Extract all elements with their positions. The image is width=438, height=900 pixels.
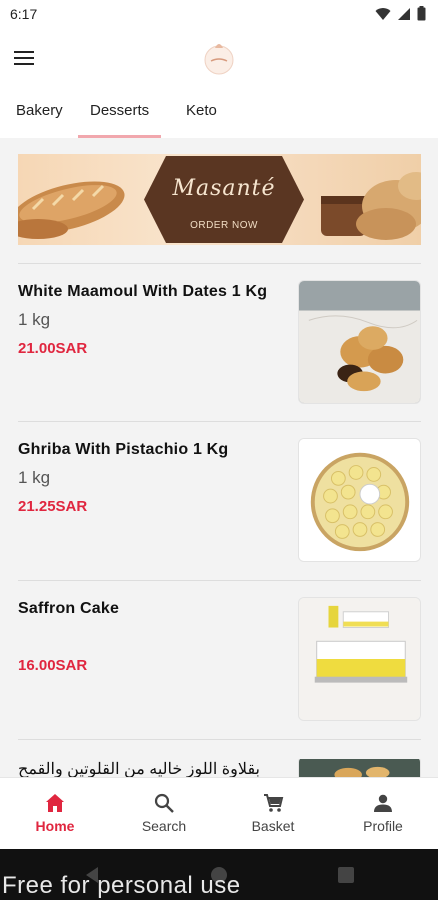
nav-label: Profile [363, 818, 403, 834]
product-name: بقلاوة اللوز خاليه من القلوتين والقمح [18, 761, 260, 777]
promo-banner[interactable]: Masanté ORDER NOW [18, 154, 421, 245]
tab-keto[interactable]: Keto [186, 102, 217, 138]
divider [18, 263, 421, 264]
person-icon [374, 794, 392, 812]
bread-image [321, 172, 421, 240]
product-name: Saffron Cake [18, 600, 120, 617]
signal-icon [398, 7, 410, 20]
divider [18, 580, 421, 581]
nav-profile[interactable]: Profile [338, 792, 428, 834]
product-price: 21.25SAR [18, 498, 88, 515]
masante-logo-icon[interactable] [202, 38, 236, 76]
divider [18, 421, 421, 422]
banner-brand: Masanté [172, 176, 276, 201]
home-icon [46, 794, 64, 812]
product-weight: 1 kg [18, 468, 51, 487]
watermark: Free for personal use [2, 872, 241, 899]
nav-label: Home [35, 818, 75, 834]
product-price: 16.00SAR [18, 657, 88, 674]
product-image [298, 280, 421, 404]
product-weight: 1 kg [18, 310, 51, 329]
status-bar: 6:17 [0, 0, 438, 28]
cart-icon [264, 794, 284, 812]
tab-label: Bakery [16, 102, 63, 119]
bottom-nav: Home Search Basket Profile [0, 777, 438, 849]
divider [18, 739, 421, 740]
product-name: Ghriba With Pistachio 1 Kg [18, 441, 229, 458]
tab-label: Desserts [90, 102, 150, 119]
app-bar [0, 28, 438, 90]
battery-icon [417, 6, 426, 21]
product-image [298, 438, 421, 562]
nav-label: Basket [251, 818, 295, 834]
product-item[interactable]: Saffron Cake 16.00SAR [0, 597, 438, 750]
product-image [298, 597, 421, 721]
recents-icon[interactable] [338, 867, 354, 883]
product-item[interactable]: White Maamoul With Dates 1 Kg 1 kg 21.00… [0, 280, 438, 433]
bread-image [18, 181, 125, 239]
status-time: 6:17 [10, 6, 38, 22]
product-name: White Maamoul With Dates 1 Kg [18, 283, 268, 300]
product-image [298, 759, 421, 777]
order-now-button[interactable]: ORDER NOW [144, 220, 304, 231]
wifi-icon [375, 7, 391, 20]
nav-search[interactable]: Search [119, 792, 209, 834]
product-item[interactable]: بقلاوة اللوز خاليه من القلوتين والقمح [0, 759, 438, 777]
product-item[interactable]: Ghriba With Pistachio 1 Kg 1 kg 21.25SAR [0, 438, 438, 591]
nav-basket[interactable]: Basket [228, 792, 318, 834]
product-price: 21.00SAR [18, 340, 88, 357]
status-icons [375, 6, 426, 21]
nav-home[interactable]: Home [10, 792, 100, 834]
tab-label: Keto [186, 102, 217, 119]
category-tabs: Bakery Desserts Keto [0, 90, 438, 138]
nav-label: Search [141, 818, 187, 834]
tab-bakery[interactable]: Bakery [16, 102, 63, 138]
menu-icon[interactable] [14, 46, 40, 70]
search-icon [154, 793, 174, 813]
tab-desserts[interactable]: Desserts [77, 102, 162, 138]
